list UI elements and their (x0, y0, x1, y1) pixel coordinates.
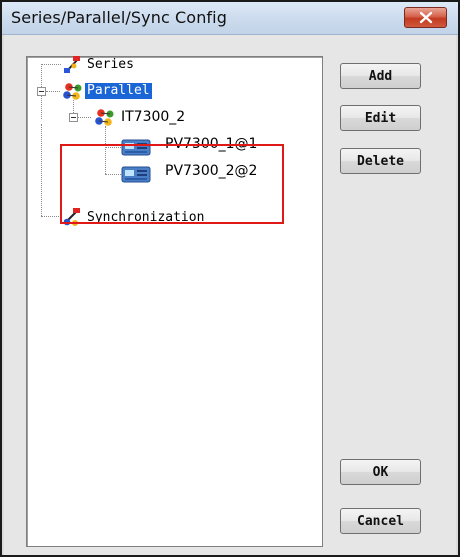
close-x-icon (419, 11, 433, 24)
tree-item-series[interactable]: Series (87, 57, 134, 73)
parallel-group-icon (95, 109, 114, 126)
close-button[interactable] (404, 7, 447, 28)
tree-connector (41, 124, 42, 216)
tree-item-parallel[interactable]: Parallel (85, 83, 152, 99)
delete-button[interactable]: Delete (340, 148, 421, 174)
collapse-toggle-it7300[interactable] (69, 113, 78, 122)
tree-item-it7300[interactable]: IT7300_2 (121, 109, 185, 125)
title-bar[interactable]: Series/Parallel/Sync Config (2, 2, 458, 35)
config-tree[interactable]: Series Parallel IT7300_2 PV7300_1@1 PV73… (26, 56, 323, 547)
tree-connector (77, 117, 91, 118)
ok-button[interactable]: OK (340, 459, 421, 485)
collapse-toggle-parallel[interactable] (37, 87, 46, 96)
series-config-icon (64, 56, 80, 73)
cancel-button[interactable]: Cancel (340, 508, 421, 534)
tree-connector (46, 91, 60, 92)
edit-button[interactable]: Edit (340, 105, 421, 131)
config-dialog: Series/Parallel/Sync Config Series Paral… (0, 0, 460, 557)
window-title: Series/Parallel/Sync Config (11, 8, 227, 27)
tree-connector (41, 64, 61, 65)
parallel-config-icon (63, 83, 82, 100)
annotation-highlight-box (60, 144, 284, 224)
tree-connector (41, 216, 61, 217)
add-button[interactable]: Add (340, 63, 421, 89)
dialog-client-area: Series Parallel IT7300_2 PV7300_1@1 PV73… (4, 35, 456, 555)
